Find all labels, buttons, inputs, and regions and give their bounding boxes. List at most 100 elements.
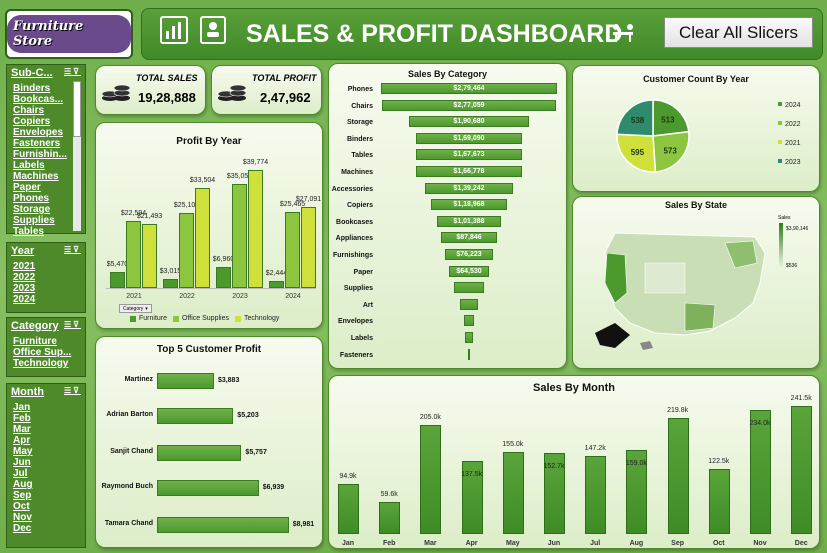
bar-technology[interactable] [301, 207, 316, 288]
bar-technology[interactable] [142, 224, 157, 288]
multiselect-filter-icon[interactable]: ☰⊽ [64, 67, 81, 79]
sales-by-category-card: Sales By Category Phones $2,79,464 Chairs $… [328, 63, 567, 369]
slicer-item-category[interactable]: Technology [7, 358, 85, 369]
customer-profit-bar[interactable] [157, 517, 289, 533]
clear-all-slicers-button[interactable]: Clear All Slicers [664, 17, 813, 48]
multiselect-filter-icon[interactable]: ☰⊽ [64, 320, 81, 332]
slicer-item-month[interactable]: Dec [7, 523, 85, 534]
category-sales-value: $1,01,388 [453, 217, 485, 225]
month-sales-bar[interactable] [379, 502, 401, 534]
month-tick-label: Feb [382, 540, 396, 547]
sales-by-category-chart: Phones $2,79,464 Chairs $2,77,059 Storage $1,… [329, 64, 568, 370]
month-sales-bar[interactable] [750, 409, 771, 534]
slicer-item-year[interactable]: 2022 [7, 272, 85, 283]
bar-furniture[interactable] [110, 271, 125, 288]
slicer-item-year[interactable]: 2024 [7, 294, 85, 305]
slicer-item-subcategory[interactable]: Tables [7, 226, 73, 237]
customer-profit-bar[interactable] [157, 445, 242, 461]
year-slicer: Year ☰⊽ 2021 2022 2023 2024 [6, 242, 86, 313]
month-sales-bar[interactable] [338, 483, 359, 534]
bar-office-supplies[interactable] [285, 212, 300, 288]
month-sales-bar[interactable] [791, 406, 813, 534]
category-sales-bar[interactable] [468, 348, 470, 360]
category-filter-label: Category [123, 305, 144, 312]
slicer-item-subcategory[interactable]: Labels [7, 160, 73, 171]
month-sales-label: 241.5k [790, 395, 812, 402]
bar-office-supplies[interactable] [126, 220, 141, 288]
slicer-item-month[interactable]: Jan [7, 402, 85, 413]
slicer-item-subcategory[interactable]: Chairs [7, 105, 73, 116]
multiselect-filter-icon[interactable]: ☰⊽ [64, 245, 81, 257]
month-sales-bar[interactable] [708, 469, 730, 534]
pie-legend-swatch [778, 102, 782, 106]
pie-legend-label: 2021 [785, 140, 801, 147]
slicer-item-subcategory[interactable]: Paper [7, 182, 73, 193]
category-slicer: Category ☰⊽ Furniture Office Sup... Technol… [6, 317, 86, 377]
slicer-item-month[interactable]: Mar [7, 424, 85, 435]
profit-by-year-legend: Furniture Office Supplies Technology [130, 315, 279, 322]
chevron-down-icon: ▾ [145, 305, 148, 312]
slicer-item-year[interactable]: 2021 [7, 261, 85, 272]
slicer-scrollbar[interactable] [73, 81, 81, 231]
month-sales-bar[interactable] [420, 425, 442, 534]
category-sales-value: $76,223 [456, 251, 482, 258]
category-filter-dropdown[interactable]: Category ▾ [119, 304, 152, 313]
category-label: Copiers [346, 202, 373, 210]
slicer-item-subcategory[interactable]: Machines [7, 171, 73, 182]
slicer-item-month[interactable]: Aug [7, 479, 85, 490]
slicer-item-subcategory[interactable]: Fasteners [7, 138, 73, 149]
logo-box: Furniture Store [5, 9, 133, 59]
slicer-item-month[interactable]: Feb [7, 413, 85, 424]
slicer-item-category[interactable]: Office Sup... [7, 347, 85, 358]
category-sales-value: $1,39,242 [453, 184, 485, 192]
category-label: Fasteners [339, 351, 373, 359]
bar-furniture[interactable] [216, 267, 231, 288]
slicer-item-subcategory[interactable]: Copiers [7, 116, 73, 127]
multiselect-filter-icon[interactable]: ☰⊽ [64, 386, 81, 398]
slicer-item-subcategory[interactable]: Envelopes [7, 127, 73, 138]
month-sales-bar[interactable] [667, 417, 689, 534]
category-label: Furnishings [332, 252, 373, 259]
customer-count-pie: 513 2024 573 2022 595 2021 538 2023 [616, 99, 801, 173]
month-sales-bar[interactable] [502, 451, 524, 534]
slicer-item-year[interactable]: 2023 [7, 283, 85, 294]
bar-technology[interactable] [195, 188, 210, 288]
slicer-item-category[interactable]: Furniture [7, 336, 85, 347]
slicer-item-subcategory[interactable]: Binders [7, 83, 73, 94]
total-profit-value: 2,47,962 [260, 90, 311, 105]
customer-profit-bar[interactable] [157, 480, 259, 496]
bar-furniture[interactable] [269, 280, 284, 288]
slicer-item-subcategory[interactable]: Phones [7, 193, 73, 204]
slicer-item-month[interactable]: Oct [7, 501, 85, 512]
slicer-item-month[interactable]: Apr [7, 435, 85, 446]
slicer-item-subcategory[interactable]: Supplies [7, 215, 73, 226]
category-label: Tables [351, 152, 373, 160]
slicer-item-month[interactable]: Jun [7, 457, 85, 468]
category-sales-bar[interactable] [460, 298, 478, 310]
category-sales-bar[interactable] [463, 315, 475, 327]
bar-office-supplies[interactable] [232, 183, 247, 288]
slicer-item-month[interactable]: Jul [7, 468, 85, 479]
month-sales-label: 122.5k [708, 458, 730, 466]
slicer-item-subcategory[interactable]: Bookcas... [7, 94, 73, 105]
total-sales-label: TOTAL SALES [136, 73, 198, 83]
bar-furniture[interactable] [163, 279, 178, 288]
slicer-item-month[interactable]: Sep [7, 490, 85, 501]
pie-legend-label: 2024 [785, 102, 801, 109]
slicer-item-month[interactable]: May [7, 446, 85, 457]
customer-profit-bar[interactable] [157, 373, 214, 389]
category-sales-value: $64,530 [456, 267, 482, 275]
category-sales-bar[interactable] [454, 282, 484, 294]
slicer-item-month[interactable]: Nov [7, 512, 85, 523]
slicer-item-subcategory[interactable]: Furnishin... [7, 149, 73, 160]
category-sales-bar[interactable] [465, 332, 473, 343]
x-axis-line [106, 288, 316, 289]
bar-office-supplies[interactable] [179, 213, 194, 288]
customer-profit-bar[interactable] [157, 408, 234, 424]
slicer-item-subcategory[interactable]: Storage [7, 204, 73, 215]
month-sales-bar[interactable] [585, 455, 607, 534]
category-label: Bookcases [336, 218, 373, 226]
x-tick-label: 2023 [232, 293, 248, 300]
top5-chart: Martinez $3,883 Adrian Barton $5,203 Sanjit … [96, 337, 324, 549]
pie-legend-label: 2023 [785, 159, 801, 166]
